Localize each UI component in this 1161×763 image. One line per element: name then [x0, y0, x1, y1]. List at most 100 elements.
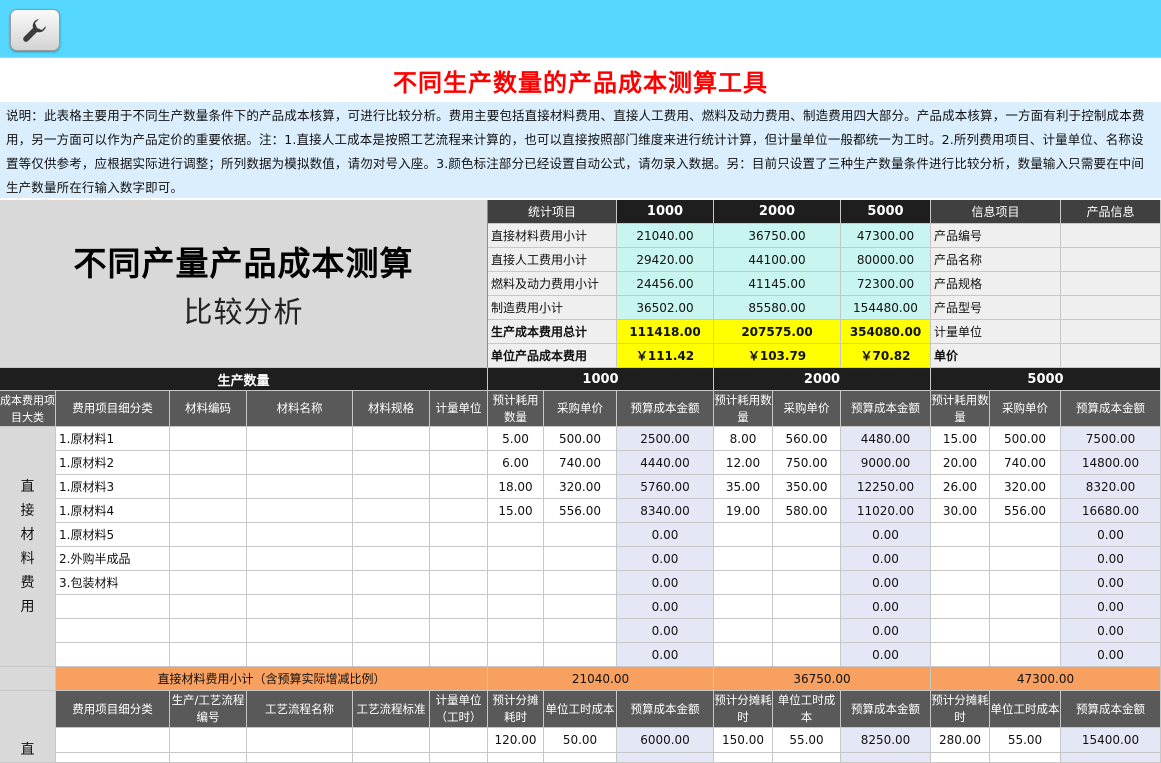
- material-input-cell[interactable]: 740.00: [544, 451, 617, 475]
- material-input-cell[interactable]: 740.00: [990, 451, 1061, 475]
- material-input-cell[interactable]: 5.00: [488, 427, 544, 451]
- material-input-cell[interactable]: [488, 619, 544, 643]
- labor-input-cell[interactable]: 55.00: [773, 728, 841, 753]
- material-input-cell[interactable]: [488, 571, 544, 595]
- material-input-cell[interactable]: [170, 571, 247, 595]
- quantity-2000[interactable]: 2000: [714, 368, 931, 391]
- material-input-cell[interactable]: [544, 619, 617, 643]
- material-input-cell[interactable]: [247, 523, 353, 547]
- material-input-cell[interactable]: [353, 427, 430, 451]
- material-input-cell[interactable]: [170, 523, 247, 547]
- material-input-cell[interactable]: [247, 427, 353, 451]
- labor-input-cell[interactable]: [56, 753, 170, 763]
- material-input-cell[interactable]: [714, 547, 773, 571]
- material-input-cell[interactable]: 20.00: [931, 451, 990, 475]
- labor-input-cell[interactable]: [773, 753, 841, 763]
- material-input-cell[interactable]: [714, 619, 773, 643]
- material-input-cell[interactable]: [170, 475, 247, 499]
- material-input-cell[interactable]: [170, 499, 247, 523]
- material-input-cell[interactable]: 15.00: [488, 499, 544, 523]
- material-input-cell[interactable]: [170, 451, 247, 475]
- material-input-cell[interactable]: [544, 523, 617, 547]
- product-info-input[interactable]: [1061, 296, 1161, 320]
- material-input-cell[interactable]: [990, 547, 1061, 571]
- material-input-cell[interactable]: [714, 523, 773, 547]
- labor-input-cell[interactable]: [353, 753, 430, 763]
- material-input-cell[interactable]: [990, 595, 1061, 619]
- material-input-cell[interactable]: 26.00: [931, 475, 990, 499]
- material-input-cell[interactable]: [773, 643, 841, 667]
- material-input-cell[interactable]: [430, 451, 488, 475]
- material-input-cell[interactable]: 15.00: [931, 427, 990, 451]
- material-input-cell[interactable]: [247, 475, 353, 499]
- material-input-cell[interactable]: 500.00: [544, 427, 617, 451]
- material-input-cell[interactable]: [430, 595, 488, 619]
- product-info-input[interactable]: [1061, 224, 1161, 248]
- material-input-cell[interactable]: [247, 547, 353, 571]
- material-input-cell[interactable]: 350.00: [773, 475, 841, 499]
- material-input-cell[interactable]: 556.00: [544, 499, 617, 523]
- product-info-input[interactable]: [1061, 248, 1161, 272]
- material-input-cell[interactable]: [990, 643, 1061, 667]
- quantity-5000[interactable]: 5000: [931, 368, 1161, 391]
- product-info-input[interactable]: [1061, 272, 1161, 296]
- material-input-cell[interactable]: 6.00: [488, 451, 544, 475]
- material-input-cell[interactable]: [170, 619, 247, 643]
- labor-input-cell[interactable]: 120.00: [488, 728, 544, 753]
- material-input-cell[interactable]: [170, 547, 247, 571]
- labor-input-cell[interactable]: [990, 753, 1061, 763]
- labor-input-cell[interactable]: [353, 728, 430, 753]
- material-input-cell[interactable]: [488, 547, 544, 571]
- material-input-cell[interactable]: [247, 595, 353, 619]
- material-input-cell[interactable]: [430, 619, 488, 643]
- material-input-cell[interactable]: [353, 571, 430, 595]
- material-input-cell[interactable]: [170, 427, 247, 451]
- labor-input-cell[interactable]: [841, 753, 931, 763]
- labor-input-cell[interactable]: [1061, 753, 1161, 763]
- material-input-cell[interactable]: [931, 595, 990, 619]
- material-input-cell[interactable]: [430, 427, 488, 451]
- material-input-cell[interactable]: 18.00: [488, 475, 544, 499]
- labor-input-cell[interactable]: 50.00: [544, 728, 617, 753]
- labor-input-cell[interactable]: [488, 753, 544, 763]
- labor-input-cell[interactable]: 150.00: [714, 728, 773, 753]
- material-input-cell[interactable]: [353, 595, 430, 619]
- material-input-cell[interactable]: 30.00: [931, 499, 990, 523]
- material-input-cell[interactable]: 35.00: [714, 475, 773, 499]
- material-input-cell[interactable]: [247, 619, 353, 643]
- material-input-cell[interactable]: [488, 643, 544, 667]
- material-item[interactable]: 1.原材料4: [56, 499, 170, 523]
- labor-input-cell[interactable]: [170, 753, 247, 763]
- material-input-cell[interactable]: [931, 523, 990, 547]
- material-input-cell[interactable]: [773, 547, 841, 571]
- material-input-cell[interactable]: [430, 643, 488, 667]
- material-input-cell[interactable]: 19.00: [714, 499, 773, 523]
- material-input-cell[interactable]: [488, 523, 544, 547]
- material-input-cell[interactable]: [170, 643, 247, 667]
- labor-input-cell[interactable]: [714, 753, 773, 763]
- material-input-cell[interactable]: [353, 643, 430, 667]
- material-input-cell[interactable]: 556.00: [990, 499, 1061, 523]
- material-input-cell[interactable]: [353, 619, 430, 643]
- material-input-cell[interactable]: [990, 571, 1061, 595]
- material-input-cell[interactable]: 560.00: [773, 427, 841, 451]
- product-info-input[interactable]: [1061, 344, 1161, 368]
- labor-input-cell[interactable]: [617, 753, 714, 763]
- labor-input-cell[interactable]: [56, 728, 170, 753]
- material-input-cell[interactable]: [353, 523, 430, 547]
- material-input-cell[interactable]: [170, 595, 247, 619]
- labor-input-cell[interactable]: 280.00: [931, 728, 990, 753]
- material-input-cell[interactable]: [544, 643, 617, 667]
- material-input-cell[interactable]: [773, 523, 841, 547]
- material-input-cell[interactable]: [714, 571, 773, 595]
- material-item[interactable]: 1.原材料3: [56, 475, 170, 499]
- material-input-cell[interactable]: [430, 475, 488, 499]
- material-input-cell[interactable]: [430, 523, 488, 547]
- material-input-cell[interactable]: [714, 595, 773, 619]
- labor-input-cell[interactable]: [247, 728, 353, 753]
- quantity-1000[interactable]: 1000: [488, 368, 714, 391]
- material-input-cell[interactable]: [544, 595, 617, 619]
- material-input-cell[interactable]: [247, 643, 353, 667]
- labor-input-cell[interactable]: [247, 753, 353, 763]
- material-item[interactable]: [56, 643, 170, 667]
